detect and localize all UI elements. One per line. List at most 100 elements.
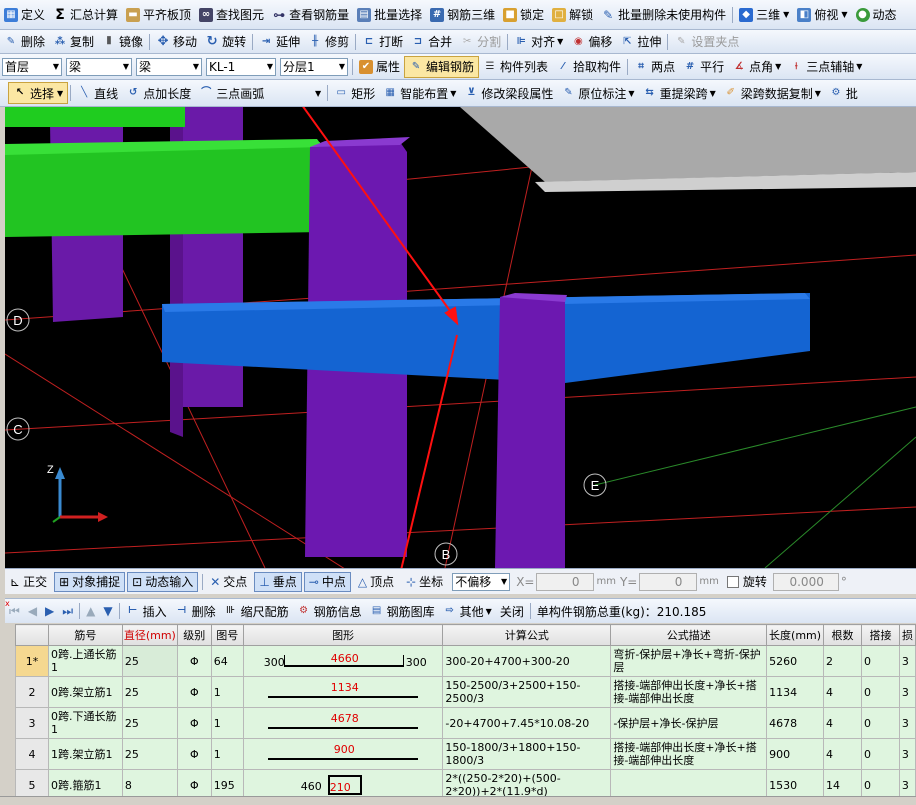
cell-length[interactable]: 5260: [766, 645, 825, 677]
prev-record-button[interactable]: ◀: [24, 599, 41, 623]
col-header-formula[interactable]: 计算公式: [442, 624, 612, 646]
parallel-axis-button[interactable]: # 平行: [679, 54, 728, 79]
cell-fig-no[interactable]: 1: [210, 676, 244, 708]
next-record-button[interactable]: ▶: [41, 599, 58, 623]
three-point-axis-dropdown[interactable]: ⟊ 三点辅轴 ▼: [785, 54, 866, 79]
two-point-axis-button[interactable]: ⌗ 两点: [630, 54, 679, 79]
cell-grade[interactable]: Φ: [176, 676, 212, 708]
row-number[interactable]: 2: [15, 676, 49, 708]
point-angle-dropdown[interactable]: ∡ 点角 ▼: [728, 54, 785, 79]
top-view-dropdown[interactable]: ◧ 俯视 ▼: [793, 0, 851, 29]
vertex-snap[interactable]: △ 顶点: [353, 572, 399, 592]
move-button[interactable]: ✥ 移动: [152, 30, 201, 53]
cell-name[interactable]: 0跨.上通长筋1: [47, 645, 123, 677]
split-button[interactable]: ✂ 分割: [456, 30, 505, 53]
cell-length[interactable]: 900: [766, 738, 825, 770]
midpoint-snap[interactable]: ⊸ 中点: [303, 571, 351, 592]
row-number[interactable]: 3: [15, 707, 49, 739]
table-row[interactable]: 3 0跨.下通长筋1 25 Φ 1 4678 -20+4700+7.45*10.…: [15, 707, 916, 739]
delete-button[interactable]: ✎ 删除: [0, 30, 49, 53]
row-number[interactable]: 5: [15, 769, 49, 796]
cell-count[interactable]: 4: [823, 676, 862, 708]
category-select[interactable]: 梁 ▼: [66, 57, 132, 76]
insert-button[interactable]: ⊢ 插入: [122, 599, 171, 623]
rebar-info-button[interactable]: ⚙ 钢筋信息: [293, 599, 366, 623]
component-select[interactable]: KL-1 ▼: [206, 57, 276, 76]
set-grip-button[interactable]: ✎ 设置夹点: [670, 30, 743, 53]
cell-diameter[interactable]: 8: [121, 769, 178, 796]
col-header-desc[interactable]: 公式描述: [610, 624, 768, 646]
col-header-fig-no[interactable]: 图号: [210, 624, 244, 646]
summary-calc-button[interactable]: Σ 汇总计算: [49, 0, 122, 29]
cell-loss[interactable]: 3: [898, 738, 916, 770]
offset-mode-select[interactable]: 不偏移 ▼: [452, 572, 511, 591]
move-down-button[interactable]: ▼: [99, 599, 116, 623]
trim-button[interactable]: ╫ 修剪: [304, 30, 353, 53]
col-header-grade[interactable]: 级别: [176, 624, 212, 646]
panel-close-marker[interactable]: x: [5, 600, 13, 608]
unlock-button[interactable]: □ 解锁: [548, 0, 597, 29]
col-header-count[interactable]: 根数: [823, 624, 862, 646]
cell-formula[interactable]: 2*((250-2*20)+(500-2*20))+2*(11.9*d): [442, 769, 612, 796]
extend-button[interactable]: ⇥ 延伸: [255, 30, 304, 53]
dynamic-observe-button[interactable]: ● 动态: [852, 0, 901, 29]
offset-button[interactable]: ◉ 偏移: [567, 30, 616, 53]
cell-shape[interactable]: 300 4660 300: [242, 645, 444, 677]
cell-formula[interactable]: -20+4700+7.45*10.08-20: [442, 707, 612, 739]
cell-diameter[interactable]: 25: [121, 676, 178, 708]
view-rebar-qty-button[interactable]: ⊶ 查看钢筋量: [268, 0, 353, 29]
rotate-checkbox[interactable]: [726, 575, 739, 588]
col-header-length[interactable]: 长度(mm): [766, 624, 825, 646]
edit-rebar-button[interactable]: ✎ 编辑钢筋: [404, 55, 480, 78]
cell-count[interactable]: 4: [823, 707, 862, 739]
table-row[interactable]: 4 1跨.架立筋1 25 Φ 1 900 150-1800/3+1800+150…: [15, 738, 916, 770]
cell-fig-no[interactable]: 195: [210, 769, 244, 796]
col-header-diameter[interactable]: 直径(mm): [121, 624, 178, 646]
layer-select[interactable]: 分层1 ▼: [280, 57, 348, 76]
cell-name[interactable]: 0跨.下通长筋1: [47, 707, 123, 739]
cell-diameter[interactable]: 25: [121, 738, 178, 770]
scale-rebar-button[interactable]: ⊪ 缩尺配筋: [220, 599, 293, 623]
define-button[interactable]: ▦ 定义: [0, 0, 49, 29]
rotate-input[interactable]: 0.000: [772, 572, 839, 591]
other-dropdown[interactable]: ⇨ 其他 ▼: [439, 599, 496, 623]
cell-fig-no[interactable]: 64: [210, 645, 244, 677]
component-list-button[interactable]: ☰ 构件列表: [479, 54, 552, 79]
cell-length[interactable]: 4678: [766, 707, 825, 739]
line-button[interactable]: ╲ 直线: [73, 80, 122, 106]
cell-count[interactable]: 2: [823, 645, 862, 677]
cell-shape[interactable]: 460 210: [242, 769, 444, 796]
cell-fig-no[interactable]: 1: [210, 707, 244, 739]
cell-formula[interactable]: 300-20+4700+300-20: [442, 645, 612, 677]
row-number[interactable]: 1*: [15, 645, 49, 677]
align-slab-top-button[interactable]: ▬ 平齐板顶: [122, 0, 195, 29]
smart-layout-dropdown[interactable]: ▦ 智能布置 ▼: [379, 80, 460, 106]
find-element-button[interactable]: ∞ 查找图元: [195, 0, 268, 29]
y-input[interactable]: 0: [639, 572, 698, 591]
in-situ-annotation-dropdown[interactable]: ✎ 原位标注 ▼: [557, 80, 638, 106]
stretch-button[interactable]: ⇱ 拉伸: [616, 30, 665, 53]
last-record-button[interactable]: ⏭: [58, 599, 77, 623]
3d-viewport[interactable]: D C E B Z: [5, 107, 916, 568]
close-button[interactable]: 关闭: [496, 599, 528, 623]
cell-grade[interactable]: Φ: [176, 769, 212, 796]
cell-grade[interactable]: Φ: [176, 707, 212, 739]
cell-diameter[interactable]: 25: [121, 645, 178, 677]
table-row[interactable]: 2 0跨.架立筋1 25 Φ 1 1134 150-2500/3+2500+15…: [15, 676, 916, 708]
col-header-lap[interactable]: 搭接: [860, 624, 900, 646]
cell-length[interactable]: 1134: [766, 676, 825, 708]
cell-desc[interactable]: 搭接-端部伸出长度+净长+搭接-端部伸出长度: [610, 676, 768, 708]
col-header-shape[interactable]: 图形: [242, 624, 444, 646]
subtype-select[interactable]: 梁 ▼: [136, 57, 202, 76]
cell-count[interactable]: 4: [823, 738, 862, 770]
intersection-snap[interactable]: ✕ 交点: [205, 572, 252, 592]
cell-desc[interactable]: [610, 769, 768, 796]
span-data-copy-dropdown[interactable]: ✐ 梁跨数据复制 ▼: [720, 80, 825, 106]
cell-fig-no[interactable]: 1: [210, 738, 244, 770]
align-dropdown[interactable]: ⊫ 对齐 ▼: [510, 30, 567, 53]
cell-length[interactable]: 1530: [766, 769, 825, 796]
modify-beam-segment-button[interactable]: ⊻ 修改梁段属性: [460, 80, 557, 106]
col-header-name[interactable]: 筋号: [47, 624, 123, 646]
cell-desc[interactable]: 弯折-保护层+净长+弯折-保护层: [610, 645, 768, 677]
ortho-toggle[interactable]: ⊾ 正交: [5, 572, 52, 592]
